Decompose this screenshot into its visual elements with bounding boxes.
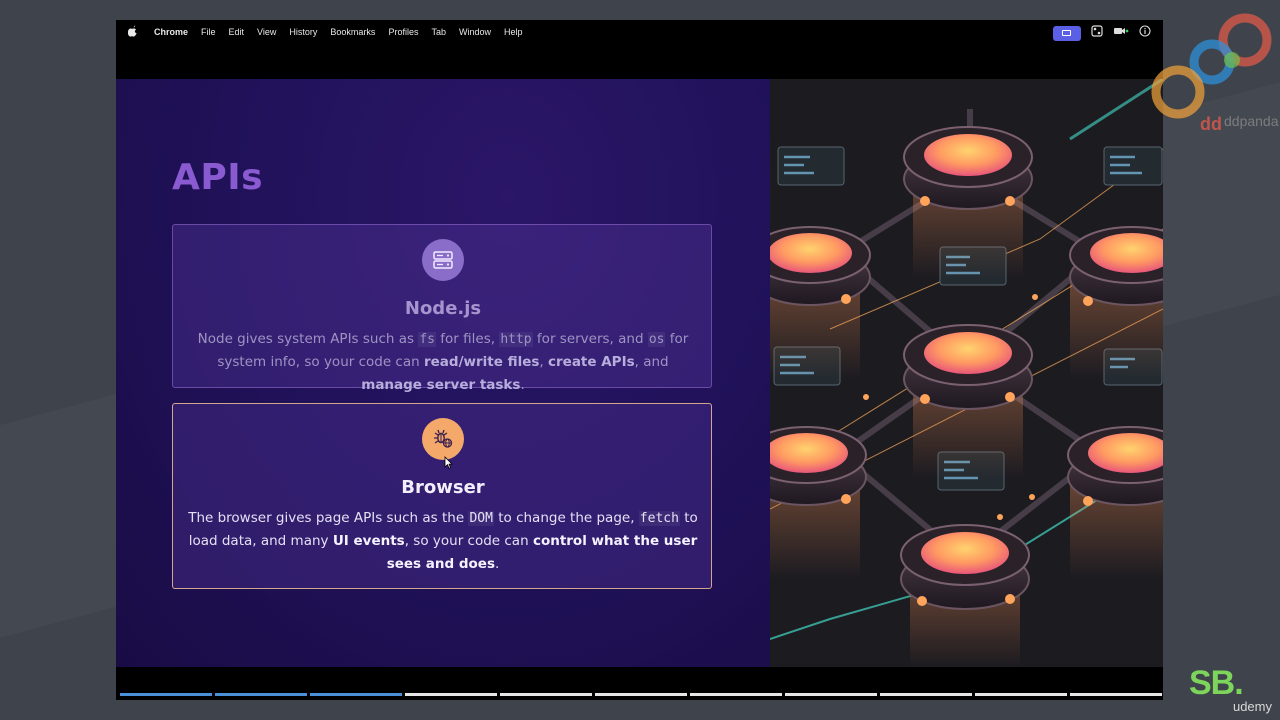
ddpanda-watermark-logo: dd ddpanda bbox=[1140, 0, 1280, 140]
menu-edit[interactable]: Edit bbox=[229, 27, 245, 37]
menu-view[interactable]: View bbox=[257, 27, 276, 37]
menu-tab[interactable]: Tab bbox=[431, 27, 446, 37]
progress-segment[interactable] bbox=[500, 693, 592, 696]
menu-history[interactable]: History bbox=[289, 27, 317, 37]
progress-segment[interactable] bbox=[405, 693, 497, 696]
progress-segment[interactable] bbox=[880, 693, 972, 696]
menu-profiles[interactable]: Profiles bbox=[388, 27, 418, 37]
network-illustration bbox=[770, 79, 1163, 667]
skills-builder-udemy-watermark: SB. udemy bbox=[1186, 664, 1280, 720]
slide-progress-bar bbox=[116, 693, 1163, 696]
svg-text:dd: dd bbox=[1200, 114, 1222, 134]
progress-segment[interactable] bbox=[690, 693, 782, 696]
mouse-cursor-icon bbox=[444, 454, 453, 473]
udemy-label: udemy bbox=[1232, 699, 1272, 714]
menu-help[interactable]: Help bbox=[504, 27, 523, 37]
nodejs-card: Node.js Node gives system APIs such as f… bbox=[172, 224, 712, 393]
menu-bar: Chrome File Edit View History Bookmarks … bbox=[116, 20, 1163, 44]
menu-app-name[interactable]: Chrome bbox=[154, 27, 188, 37]
status-area bbox=[1053, 25, 1151, 41]
screen-share-icon[interactable] bbox=[1053, 25, 1081, 41]
server-icon bbox=[422, 239, 464, 281]
menu-file[interactable]: File bbox=[201, 27, 216, 37]
browser-window: Chrome File Edit View History Bookmarks … bbox=[116, 20, 1163, 700]
browser-card-title: Browser bbox=[401, 477, 485, 498]
bug-globe-icon bbox=[422, 418, 464, 460]
nodejs-card-title: Node.js bbox=[404, 298, 482, 319]
progress-segment[interactable] bbox=[310, 693, 402, 696]
menu-bookmarks[interactable]: Bookmarks bbox=[330, 27, 375, 37]
nodejs-card-text: Node gives system APIs such as fs for fi… bbox=[197, 331, 689, 393]
progress-segment[interactable] bbox=[1070, 693, 1162, 696]
menu-window[interactable]: Window bbox=[459, 27, 491, 37]
apple-icon[interactable] bbox=[127, 25, 140, 40]
slide-content-panel: APIs Node.js Node gives system APIs such… bbox=[116, 79, 770, 667]
progress-segment[interactable] bbox=[120, 693, 212, 696]
slide-title: APIs bbox=[172, 157, 264, 198]
browser-card-text: The browser gives page APIs such as the … bbox=[188, 510, 698, 572]
progress-segment[interactable] bbox=[975, 693, 1067, 696]
presentation-slide: APIs Node.js Node gives system APIs such… bbox=[116, 79, 1163, 667]
browser-card: Browser The browser gives page APIs such… bbox=[172, 403, 712, 589]
sb-logo-text: SB. bbox=[1189, 664, 1244, 702]
control-center-icon[interactable] bbox=[1091, 25, 1103, 41]
svg-text:ddpanda: ddpanda bbox=[1224, 113, 1279, 129]
progress-segment[interactable] bbox=[595, 693, 687, 696]
progress-segment[interactable] bbox=[215, 693, 307, 696]
progress-segment[interactable] bbox=[785, 693, 877, 696]
camera-indicator-icon[interactable] bbox=[1113, 25, 1129, 41]
